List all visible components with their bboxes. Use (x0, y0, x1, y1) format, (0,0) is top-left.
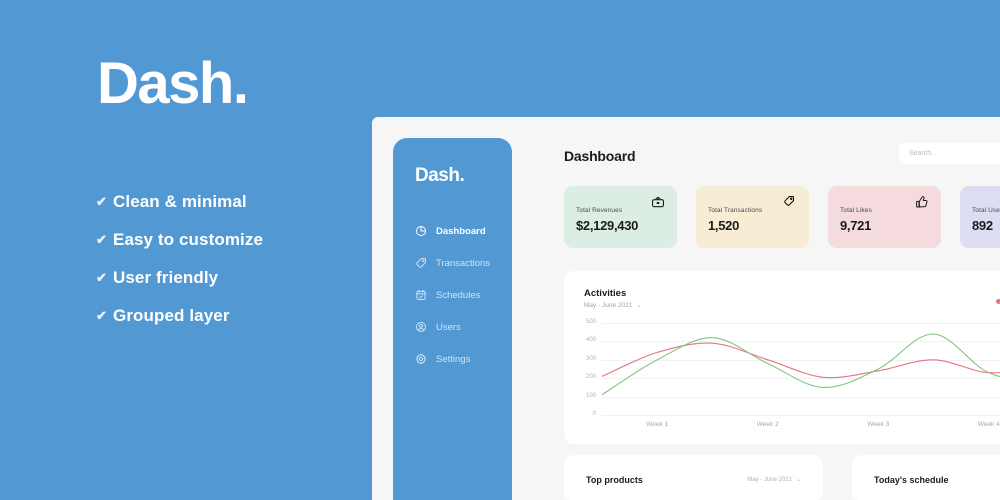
sidebar-item-label: Schedules (436, 289, 481, 301)
user-circle-icon (415, 321, 427, 333)
promo-panel: Dash. ✔ Clean & minimal ✔ Easy to customize… (0, 0, 372, 500)
chart-legend: Guest (996, 298, 1000, 305)
activities-panel: Activities May - June 2021 ⌄ Guest 500 40… (564, 271, 1000, 444)
top-products-title: Top products (586, 475, 643, 485)
y-axis-tick: 100 (585, 392, 596, 399)
dashboard-mockup: Dash. Dashboard Transactions Schedules User… (372, 117, 1000, 500)
sidebar-logo: Dash. (415, 165, 465, 186)
search-placeholder: Search... (909, 150, 938, 157)
feature-label: User friendly (113, 268, 219, 287)
feature-label: Easy to customize (113, 230, 264, 249)
chart-line-user (602, 334, 1000, 395)
feature-list: ✔ Clean & minimal ✔ Easy to customize ✔ User … (96, 183, 263, 335)
stat-value: $2,129,430 (576, 218, 639, 233)
sidebar-item-users[interactable]: Users (415, 320, 515, 334)
sidebar-item-label: Settings (436, 353, 471, 365)
chart-line-guest (602, 343, 1000, 378)
x-axis-tick: Week 4 (977, 421, 1000, 428)
x-axis-tick: Week 1 (646, 421, 669, 428)
feature-item: ✔ Grouped layer (96, 297, 263, 335)
sidebar-item-settings[interactable]: Settings (415, 352, 515, 366)
stat-card-row: Total Revenues $2,129,430 Total Transactio… (564, 186, 1000, 248)
sidebar-item-transactions[interactable]: Transactions (415, 256, 515, 270)
wallet-icon (651, 195, 665, 209)
sidebar-item-label: Dashboard (436, 225, 486, 237)
sidebar-item-label: Users (436, 321, 461, 333)
gear-icon (415, 353, 427, 365)
feature-label: Clean & minimal (113, 192, 247, 211)
check-icon: ✔ (96, 308, 107, 323)
y-axis-tick: 300 (585, 355, 596, 362)
feature-item: ✔ Easy to customize (96, 221, 263, 259)
stat-card: Total Revenues $2,129,430 (564, 186, 677, 248)
stat-value: 892 (972, 218, 993, 233)
page-title: Dashboard (564, 148, 636, 164)
stat-value: 9,721 (840, 218, 872, 233)
main-content: Dashboard Search... Total Revenues $2,129… (535, 117, 1000, 500)
today-schedule-title: Today's schedule (874, 475, 949, 485)
tag-icon (415, 257, 427, 269)
calendar-icon (415, 289, 427, 301)
top-products-card: Top products May - June 2021 ⌄ (564, 455, 823, 500)
y-axis-tick: 400 (585, 337, 596, 344)
check-icon: ✔ (96, 194, 107, 209)
x-axis-tick: Week 2 (756, 421, 779, 428)
chevron-down-icon: ⌄ (795, 477, 801, 483)
stat-card: Total Transactions 1,520 (696, 186, 809, 248)
pie-chart-icon (415, 225, 427, 237)
y-axis-tick: 0 (592, 411, 596, 417)
activities-range-dropdown[interactable]: May - June 2021 ⌄ (584, 302, 641, 309)
sidebar-item-dashboard[interactable]: Dashboard (415, 224, 515, 238)
stat-card: Total Likes 9,721 (828, 186, 941, 248)
gridline (602, 415, 1000, 416)
sidebar-item-label: Transactions (436, 257, 491, 269)
stat-label: Total Users (972, 207, 1000, 214)
y-axis-tick: 200 (585, 374, 596, 381)
x-axis-tick: Week 3 (867, 421, 890, 428)
chart-plot-area (602, 323, 1000, 415)
y-axis-tick: 500 (585, 319, 596, 325)
sidebar-item-schedules[interactable]: Schedules (415, 288, 515, 302)
thumbs-up-icon (915, 195, 929, 209)
check-icon: ✔ (96, 270, 107, 285)
top-products-range-dropdown[interactable]: May - June 2021 ⌄ (747, 477, 801, 483)
feature-label: Grouped layer (113, 306, 230, 325)
app-sidebar: Dash. Dashboard Transactions Schedules User… (393, 138, 512, 500)
feature-item: ✔ Clean & minimal (96, 183, 263, 221)
legend-dot-guest (996, 299, 1000, 304)
search-input[interactable]: Search... (899, 143, 1000, 164)
feature-item: ✔ User friendly (96, 259, 263, 297)
activities-title: Activities (584, 288, 627, 299)
promo-logo: Dash. (97, 51, 249, 116)
top-products-range-label: May - June 2021 (747, 477, 792, 483)
bottom-card-row: Top products May - June 2021 ⌄ Today's s… (564, 455, 1000, 500)
today-schedule-card: Today's schedule (852, 455, 1000, 500)
tag-icon (783, 195, 797, 209)
stat-value: 1,520 (708, 218, 740, 233)
activities-line-chart: 500 400 300 200 100 0 Week 1 Week 2 Week 3 Week … (574, 319, 1000, 441)
activities-range-label: May - June 2021 (584, 302, 633, 309)
stat-card: Total Users 892 (960, 186, 1000, 248)
chevron-down-icon: ⌄ (636, 302, 642, 309)
check-icon: ✔ (96, 232, 107, 247)
